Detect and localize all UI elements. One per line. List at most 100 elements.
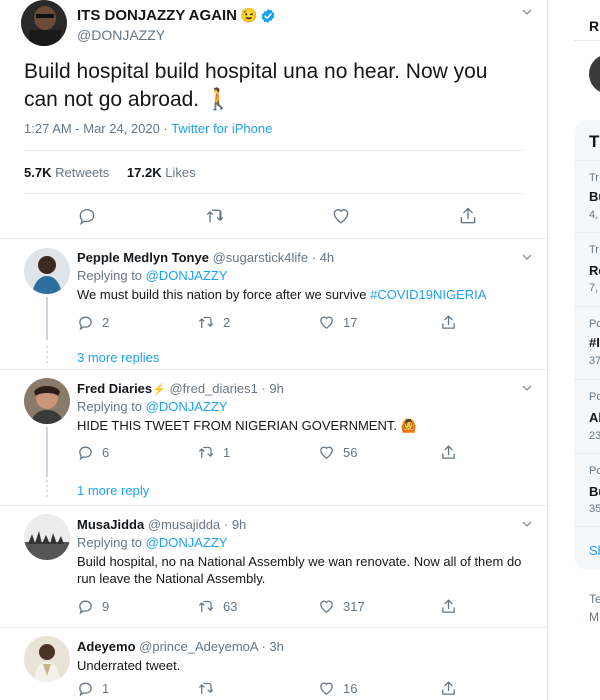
reply-icon: [79, 600, 92, 615]
reply-icon: [79, 209, 95, 226]
like-button[interactable]: 317: [318, 598, 365, 615]
author-handle[interactable]: @DONJAZZY: [77, 27, 165, 43]
trend-context: Tr: [589, 172, 599, 184]
share-button[interactable]: [440, 598, 457, 615]
like-button[interactable]: 16: [318, 680, 357, 697]
trend-count: 23: [589, 430, 600, 442]
reply-text: Underrated tweet.: [77, 658, 181, 673]
footer-link[interactable]: Te: [589, 592, 600, 606]
retweet-icon: [198, 600, 214, 613]
like-button[interactable]: 17: [318, 314, 357, 331]
reply-author-name[interactable]: Adeyemo: [77, 639, 136, 654]
reply-handle[interactable]: @musajidda · 9h: [148, 517, 246, 532]
share-button[interactable]: [440, 444, 457, 461]
reply-tweet[interactable]: Fred Diaries⚡ @fred_diaries1 · 9h Replyi…: [0, 370, 547, 506]
reply-text: HIDE THIS TWEET FROM NIGERIAN GOVERNMENT…: [77, 418, 417, 433]
reply-button[interactable]: 2: [77, 314, 109, 331]
chevron-down-icon[interactable]: [521, 518, 533, 533]
show-more-replies-link[interactable]: 1 more reply: [77, 483, 149, 498]
retweet-button[interactable]: [204, 206, 226, 226]
tweet-time[interactable]: 1:27 AM - Mar 24, 2020: [24, 121, 160, 136]
reply-author-name[interactable]: Fred Diaries⚡: [77, 381, 166, 396]
replying-mention[interactable]: @DONJAZZY: [146, 268, 228, 283]
reply-avatar[interactable]: [24, 636, 70, 682]
reply-button[interactable]: 6: [77, 444, 109, 461]
trend-name[interactable]: Bu: [589, 484, 600, 499]
reply-tweet[interactable]: Adeyemo @prince_AdeyemoA · 3h Underrated…: [0, 628, 547, 700]
reply-author-name[interactable]: MusaJidda: [77, 517, 144, 532]
stats-divider: [24, 193, 523, 194]
reply-button[interactable]: [77, 206, 97, 226]
like-count: 317: [343, 599, 365, 614]
show-more-link[interactable]: Sh: [589, 543, 600, 558]
reply-tweet[interactable]: MusaJidda @musajidda · 9h Replying to @D…: [0, 506, 547, 628]
reply-handle[interactable]: @fred_diaries1 · 9h: [169, 381, 283, 396]
retweets-stat[interactable]: 5.7K Retweets: [24, 165, 109, 180]
reply-count: 6: [102, 445, 110, 460]
reply-tweet[interactable]: Pepple Medlyn Tonye @sugarstick4life · 4…: [0, 239, 547, 370]
chevron-down-icon[interactable]: [521, 382, 533, 397]
reply-icon: [79, 316, 92, 331]
footer-link[interactable]: M: [589, 610, 599, 624]
reply-button[interactable]: 9: [77, 598, 109, 615]
tweet-stats: 5.7K Retweets 17.2K Likes: [24, 165, 196, 180]
share-button[interactable]: [440, 314, 457, 331]
reply-actions: 9 63 317: [0, 598, 547, 622]
reply-avatar[interactable]: [24, 248, 70, 294]
replying-label: Replying to: [77, 535, 143, 550]
tweet-text: Build hospital build hospital una no hea…: [24, 60, 488, 111]
likes-count: 17.2K: [126, 165, 162, 180]
reply-header: Pepple Medlyn Tonye @sugarstick4life · 4…: [77, 250, 334, 265]
trend-count: 7,: [589, 282, 599, 294]
retweet-button[interactable]: 2: [197, 314, 230, 331]
trend-count: 35: [589, 503, 600, 515]
reply-count: 1: [102, 681, 110, 696]
like-button[interactable]: 56: [318, 444, 357, 461]
thread-dots: [44, 480, 50, 500]
retweets-count: 5.7K: [24, 165, 52, 180]
retweet-button[interactable]: [197, 680, 223, 697]
trend-name[interactable]: Re: [589, 263, 600, 278]
chevron-down-icon[interactable]: [521, 6, 533, 21]
like-button[interactable]: [331, 206, 351, 226]
reply-author-name[interactable]: Pepple Medlyn Tonye: [77, 250, 209, 265]
reply-avatar[interactable]: [24, 514, 70, 560]
replying-to: Replying to @DONJAZZY: [77, 268, 227, 283]
trend-name[interactable]: Bu: [589, 189, 600, 204]
retweet-count: 1: [223, 445, 231, 460]
replying-mention[interactable]: @DONJAZZY: [146, 535, 228, 550]
reply-text: We must build this nation by force after…: [77, 286, 527, 303]
author-display-name[interactable]: ITS DONJAZZY AGAIN 😉: [77, 7, 276, 24]
trend-name[interactable]: #I: [589, 335, 600, 350]
reply-actions: 2 2 17: [0, 314, 547, 338]
reply-avatar[interactable]: [24, 378, 70, 424]
meta-separator: ·: [159, 121, 172, 136]
chevron-down-icon[interactable]: [521, 251, 533, 266]
reply-actions: 1 16: [0, 680, 547, 700]
retweet-button[interactable]: 1: [197, 444, 230, 461]
share-icon: [442, 681, 455, 695]
main-tweet-actions: [0, 206, 547, 230]
retweet-count: 2: [223, 315, 231, 330]
author-avatar[interactable]: [21, 0, 67, 46]
reply-author-name-text: Fred Diaries: [77, 381, 153, 396]
trend-name[interactable]: Al: [589, 410, 600, 425]
suggested-avatar[interactable]: [589, 54, 600, 94]
replying-mention[interactable]: @DONJAZZY: [146, 399, 228, 414]
retweet-icon: [206, 209, 224, 223]
hashtag-link[interactable]: #COVID19NIGERIA: [370, 287, 486, 302]
show-more-replies-link[interactable]: 3 more replies: [77, 350, 159, 365]
reply-button[interactable]: 1: [77, 680, 109, 697]
share-button[interactable]: [440, 680, 457, 697]
like-count: 56: [343, 445, 358, 460]
reply-handle[interactable]: @sugarstick4life · 4h: [213, 250, 335, 265]
tweet-source[interactable]: Twitter for iPhone: [171, 121, 272, 136]
reply-count: 2: [102, 315, 110, 330]
replying-to: Replying to @DONJAZZY: [77, 399, 227, 414]
tweet-feed: ITS DONJAZZY AGAIN 😉 @DONJAZZY Build hos…: [0, 0, 548, 700]
share-button[interactable]: [458, 206, 478, 226]
retweet-button[interactable]: 63: [197, 598, 237, 615]
trend-context: Po: [589, 391, 600, 403]
likes-stat[interactable]: 17.2K Likes: [127, 165, 196, 180]
reply-handle[interactable]: @prince_AdeyemoA · 3h: [139, 639, 284, 654]
